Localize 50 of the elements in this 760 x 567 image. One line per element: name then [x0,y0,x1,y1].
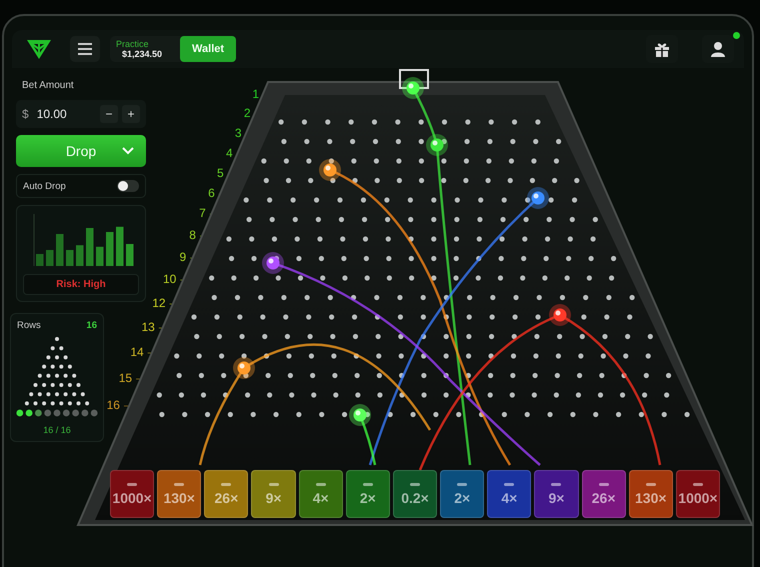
bet-amount-field[interactable]: $ 10.00 − + [16,100,146,128]
currency-symbol: $ [22,107,29,121]
row-number: 16 [106,398,120,412]
row-number: 15 [118,371,132,385]
ball-chute [399,69,429,89]
bet-amount-value: 10.00 [36,107,68,121]
chevron-down-icon [122,147,134,155]
bet-amount-label: Bet Amount [21,79,75,93]
row-number: 7 [199,206,206,220]
auto-drop-toggle[interactable] [117,180,139,192]
row-number: 13 [141,320,155,334]
multiplier-bucket: 2× [440,470,484,518]
rows-label: Rows [17,320,41,331]
multiplier-bucket: 9× [251,470,296,518]
increase-button[interactable]: + [122,105,140,123]
decrease-button[interactable]: − [100,105,118,123]
multiplier-bucket: 2× [346,470,390,518]
multiplier-bucket: 26× [204,470,248,518]
online-dot [733,32,740,39]
user-icon [710,41,726,57]
row-number: 8 [189,228,196,242]
multiplier-bucket: 130× [628,470,673,518]
row-number: 5 [217,166,224,180]
row-number: 2 [244,106,251,120]
multiplier-bucket: 0.2× [392,470,438,518]
multiplier-bucket: 9× [534,470,579,518]
balance-amount: $1,234.50 [121,49,162,59]
multiplier-bucket: 26× [582,470,626,518]
row-number: 4 [226,146,233,160]
multiplier-bucket: 4× [487,470,532,518]
row-number: 6 [208,186,215,200]
row-number: 9 [179,250,186,264]
menu-icon [78,43,92,55]
auto-drop-label: Auto Drop [23,180,66,192]
row-number: 14 [130,345,144,359]
multiplier-bucket: 4× [298,470,343,518]
menu-button[interactable] [70,36,100,62]
multiplier-bucket: 1000× [676,470,720,518]
practice-label: Practice [116,39,150,49]
multiplier-bucket: 1000× [110,470,154,518]
gem-logo-icon [26,38,52,60]
row-number: 10 [162,272,176,286]
risk-level-label: Risk: High [23,274,139,295]
multiplier-bucket: 130× [157,470,202,518]
row-number: 1 [252,87,259,101]
rows-count: 16 / 16 [43,425,71,435]
rows-value: 16 [86,320,97,331]
row-number: 12 [152,296,166,310]
gift-icon [654,42,670,56]
row-number: 3 [234,126,242,140]
